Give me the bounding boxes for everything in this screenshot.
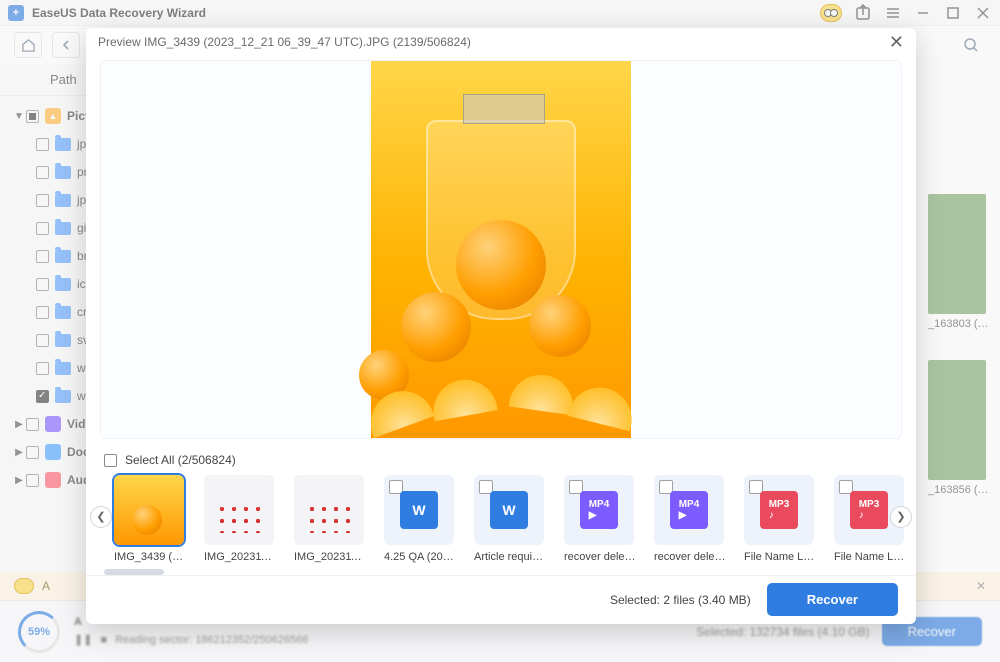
modal-title: Preview IMG_3439 (2023_12_21 06_39_47 UT…	[98, 35, 471, 49]
filmstrip-thumb[interactable]: MP3♪	[744, 475, 814, 545]
filmstrip-item[interactable]: IMG_202311…	[204, 475, 282, 563]
filmstrip-label: IMG_3439 (2…	[114, 551, 186, 563]
modal-footer-info: Selected: 2 files (3.40 MB)	[610, 593, 751, 607]
filmstrip-item[interactable]: IMG_3439 (2…	[114, 475, 192, 563]
filmstrip-label: recover dele…	[564, 551, 636, 563]
filmstrip-prev-button[interactable]: ❮	[90, 506, 112, 528]
select-all-label: Select All (2/506824)	[125, 453, 236, 467]
mp3-icon: MP3♪	[760, 491, 798, 529]
modal-close-button[interactable]: ✕	[889, 33, 904, 51]
filmstrip-label: recover dele…	[654, 551, 726, 563]
filmstrip-thumb[interactable]	[114, 475, 184, 545]
filmstrip-item[interactable]: MP4▶ recover dele…	[654, 475, 732, 563]
preview-area	[100, 60, 902, 440]
mp4-icon: MP4▶	[670, 491, 708, 529]
mp4-icon: MP4▶	[580, 491, 618, 529]
filmstrip-label: 4.25 QA (20…	[384, 551, 456, 563]
filmstrip-label: File Name L…	[744, 551, 816, 563]
select-all-checkbox[interactable]	[104, 454, 117, 467]
filmstrip-label: IMG_202311…	[204, 551, 276, 563]
filmstrip-label: File Name L…	[834, 551, 906, 563]
word-icon: W	[490, 491, 528, 529]
filmstrip-item[interactable]: MP3♪ File Name L…	[744, 475, 822, 563]
filmstrip-label: Article requi…	[474, 551, 546, 563]
filmstrip-label: IMG_202311…	[294, 551, 366, 563]
filmstrip-item[interactable]: MP4▶ recover dele…	[564, 475, 642, 563]
filmstrip-thumb[interactable]	[204, 475, 274, 545]
filmstrip-item[interactable]: W 4.25 QA (20…	[384, 475, 462, 563]
filmstrip-next-button[interactable]: ❯	[890, 506, 912, 528]
preview-modal: Preview IMG_3439 (2023_12_21 06_39_47 UT…	[86, 28, 916, 624]
filmstrip-thumb[interactable]: MP4▶	[654, 475, 724, 545]
filmstrip-thumb[interactable]: MP4▶	[564, 475, 634, 545]
preview-image	[371, 60, 631, 438]
modal-recover-button[interactable]: Recover	[767, 583, 898, 616]
mp3-icon: MP3♪	[850, 491, 888, 529]
filmstrip-item[interactable]: IMG_202311…	[294, 475, 372, 563]
word-icon: W	[400, 491, 438, 529]
filmstrip-item[interactable]: W Article requi…	[474, 475, 552, 563]
filmstrip-thumb[interactable]	[294, 475, 364, 545]
filmstrip-thumb[interactable]: W	[474, 475, 544, 545]
filmstrip-thumb[interactable]: W	[384, 475, 454, 545]
